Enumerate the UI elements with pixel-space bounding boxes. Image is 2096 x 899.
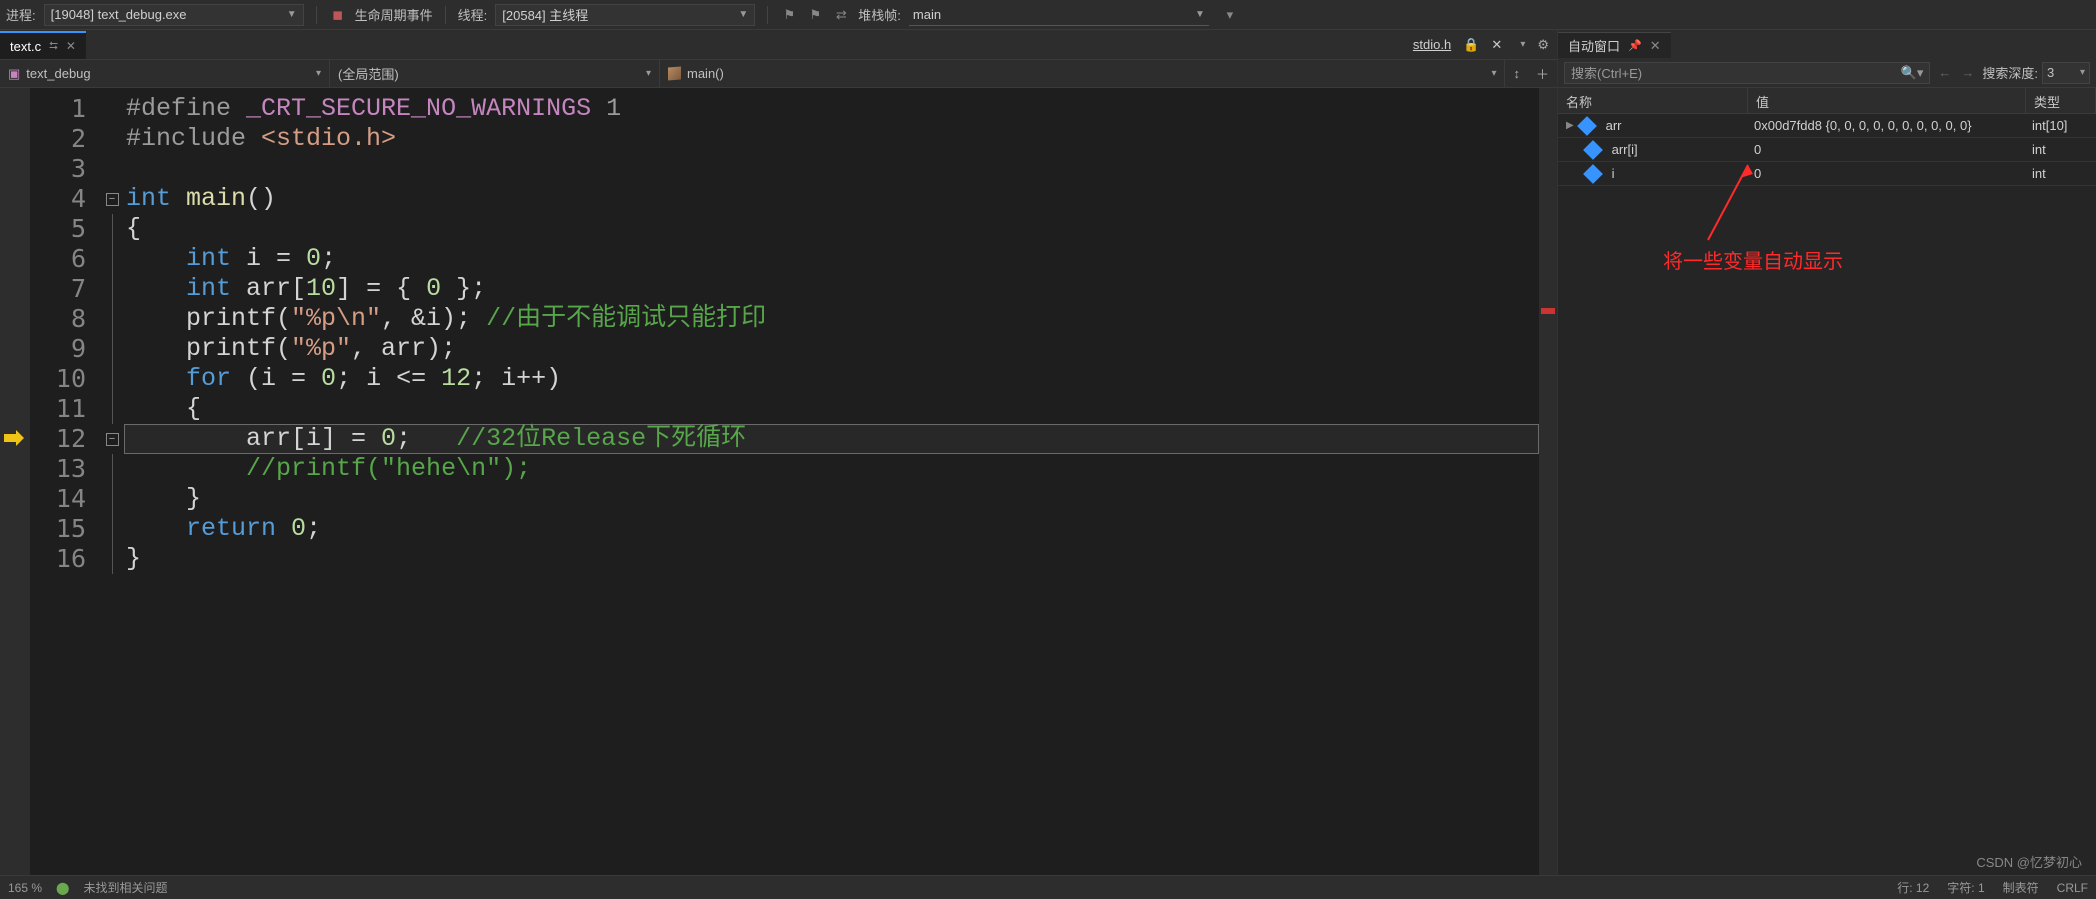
process-combo[interactable]: [19048] text_debug.exe ▼ <box>44 4 304 26</box>
fold-gutter[interactable]: − − <box>100 88 124 875</box>
chevron-down-icon: ▼ <box>738 9 748 20</box>
method-icon <box>668 67 681 81</box>
depth-combo[interactable]: 3 ▾ <box>2042 62 2090 84</box>
chevron-down-icon: ▾ <box>2080 67 2085 78</box>
variable-icon <box>1583 140 1603 160</box>
autos-rows: ▶ arr 0x00d7fdd8 {0, 0, 0, 0, 0, 0, 0, 0… <box>1558 114 2096 186</box>
col-name[interactable]: 名称 <box>1558 88 1748 113</box>
tab-autos[interactable]: 自动窗口 📌 ✕ <box>1558 32 1671 58</box>
flag-off-icon[interactable]: ⚑ <box>806 6 824 24</box>
lifecycle-label: 生命周期事件 <box>355 5 433 24</box>
col-value[interactable]: 值 <box>1748 88 2026 113</box>
tab-label: text.c <box>10 39 41 54</box>
chevron-down-icon[interactable]: ▾ <box>1520 39 1525 50</box>
swap-icon[interactable]: ⇄ <box>832 6 850 24</box>
overflow-icon[interactable]: ▾ <box>1221 6 1239 24</box>
breakpoint-margin[interactable] <box>0 88 30 875</box>
related-file-link[interactable]: stdio.h <box>1413 37 1451 52</box>
col-type[interactable]: 类型 <box>2026 88 2096 113</box>
nav-scope[interactable]: (全局范围) ▾ <box>330 60 660 87</box>
nav-function[interactable]: main() ▾ <box>660 60 1505 87</box>
code-content[interactable]: #define _CRT_SECURE_NO_WARNINGS 1 #inclu… <box>124 88 1539 875</box>
next-result-button[interactable]: → <box>1959 65 1976 80</box>
autos-tabbar: 自动窗口 📌 ✕ <box>1558 30 2096 58</box>
fold-toggle-icon[interactable]: − <box>106 193 119 206</box>
autos-row[interactable]: ▶ arr 0x00d7fdd8 {0, 0, 0, 0, 0, 0, 0, 0… <box>1558 114 2096 138</box>
line-numbers: 123 456 789 101112 131415 16 <box>30 88 100 875</box>
prev-result-button[interactable]: ← <box>1936 65 1953 80</box>
chevron-down-icon: ▾ <box>1491 68 1496 79</box>
status-line[interactable]: 行: 12 <box>1897 879 1929 896</box>
zoom-level[interactable]: 165 % <box>8 881 42 895</box>
variable-icon <box>1577 116 1597 136</box>
project-icon: ▣ <box>8 66 20 82</box>
thread-label: 线程: <box>458 5 488 24</box>
vertical-scrollbar[interactable] <box>1539 88 1557 875</box>
chevron-down-icon: ▼ <box>287 9 297 20</box>
stackframe-combo[interactable]: main ▼ <box>909 4 1209 26</box>
issues-icon[interactable]: ⬤ <box>56 881 69 895</box>
flag-icon[interactable]: ⚑ <box>780 6 798 24</box>
close-icon[interactable]: ✕ <box>66 39 76 53</box>
current-line-arrow-icon <box>4 430 24 446</box>
lock-icon[interactable]: 🔒 <box>1463 37 1479 53</box>
pin-icon[interactable]: 📌 <box>1628 39 1642 52</box>
editor-tabbar: text.c ⮀ ✕ stdio.h 🔒 ✕ ▾ ⚙ <box>0 30 1557 60</box>
gear-icon[interactable]: ⚙ <box>1537 37 1549 53</box>
fold-toggle-icon[interactable]: − <box>106 433 119 446</box>
nav-project[interactable]: ▣ text_debug ▾ <box>0 60 330 87</box>
code-nav-bar: ▣ text_debug ▾ (全局范围) ▾ main() ▾ ↕ ＋ <box>0 60 1557 88</box>
autos-row[interactable]: i 0 int <box>1558 162 2096 186</box>
debug-toolbar: 进程: [19048] text_debug.exe ▼ ◼ 生命周期事件 线程… <box>0 0 2096 30</box>
status-eol[interactable]: CRLF <box>2057 881 2088 895</box>
autos-toolbar: 搜索(Ctrl+E) 🔍▾ ← → 搜索深度: 3 ▾ <box>1558 58 2096 88</box>
close-related-icon[interactable]: ✕ <box>1491 37 1502 53</box>
autos-panel: 自动窗口 📌 ✕ 搜索(Ctrl+E) 🔍▾ ← → 搜索深度: 3 ▾ 名称 … <box>1558 30 2096 875</box>
status-bar: 165 % ⬤ 未找到相关问题 行: 12 字符: 1 制表符 CRLF <box>0 875 2096 899</box>
autos-row[interactable]: arr[i] 0 int <box>1558 138 2096 162</box>
thread-combo[interactable]: [20584] 主线程 ▼ <box>495 4 755 26</box>
tab-text-c[interactable]: text.c ⮀ ✕ <box>0 31 86 59</box>
chevron-down-icon: ▾ <box>316 68 321 79</box>
issues-text[interactable]: 未找到相关问题 <box>83 879 167 896</box>
variable-icon <box>1583 164 1603 184</box>
split-editor-button[interactable]: ↕ <box>1505 60 1528 87</box>
chevron-down-icon: ▼ <box>1195 9 1205 20</box>
status-indent[interactable]: 制表符 <box>2003 879 2039 896</box>
annotation-text: 将一些变量自动显示 <box>1663 245 1843 274</box>
search-icon: 🔍▾ <box>1901 65 1924 81</box>
pin-icon[interactable]: ⮀ <box>49 40 58 53</box>
close-icon[interactable]: ✕ <box>1650 38 1661 54</box>
stack-label: 堆栈帧: <box>858 5 901 24</box>
chevron-down-icon: ▾ <box>646 68 651 79</box>
autos-search-input[interactable]: 搜索(Ctrl+E) 🔍▾ <box>1564 62 1930 84</box>
watermark: CSDN @忆梦初心 <box>1976 852 2082 871</box>
expand-icon[interactable]: ▶ <box>1566 120 1576 131</box>
scrollbar-marker <box>1541 308 1555 314</box>
autos-header-row[interactable]: 名称 值 类型 <box>1558 88 2096 114</box>
process-label: 进程: <box>6 5 36 24</box>
status-col[interactable]: 字符: 1 <box>1947 879 1984 896</box>
search-placeholder: 搜索(Ctrl+E) <box>1571 63 1642 82</box>
depth-label: 搜索深度: <box>1982 63 2038 82</box>
add-view-button[interactable]: ＋ <box>1528 60 1557 87</box>
lifecycle-icon[interactable]: ◼ <box>329 6 347 24</box>
autos-title: 自动窗口 <box>1568 36 1620 55</box>
code-editor[interactable]: 123 456 789 101112 131415 16 − − #define… <box>0 88 1557 875</box>
